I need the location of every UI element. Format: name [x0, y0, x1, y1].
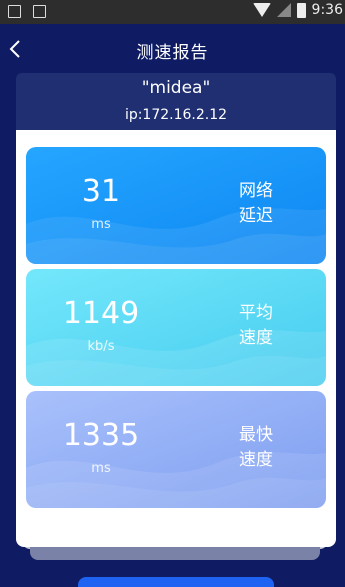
metric-label-line: 速度 — [239, 328, 273, 348]
gallery-notification-icon — [8, 5, 21, 18]
metric-unit: ms — [91, 217, 111, 232]
metric-label: 平均 速度 — [226, 301, 286, 351]
metric-label: 网络 延迟 — [226, 179, 286, 229]
no-signal-icon — [276, 3, 291, 17]
top-bar: 测速报告 — [0, 24, 345, 74]
battery-icon — [296, 2, 306, 18]
speed-report-card: 31 ms 网络 延迟 1149 kb/s 平均 速度 1335 ms 最快 速… — [16, 130, 336, 547]
page-title: 测速报告 — [136, 43, 209, 63]
metric-label-line: 最快 — [239, 425, 273, 445]
latency-metric-card: 31 ms 网络 延迟 — [26, 147, 326, 264]
device-header-card: "midea" ip:172.16.2.12 — [16, 73, 336, 131]
fastest-speed-metric-card: 1335 ms 最快 速度 — [26, 391, 326, 508]
device-ip: ip:172.16.2.12 — [124, 107, 228, 123]
status-bar: 9:36 — [0, 0, 345, 24]
average-speed-metric-card: 1149 kb/s 平均 速度 — [26, 269, 326, 386]
metric-label-line: 速度 — [239, 450, 273, 470]
metric-unit: kb/s — [87, 339, 115, 354]
metric-unit: ms — [91, 461, 111, 476]
device-name: "midea" — [141, 78, 211, 98]
metric-value: 1335 — [62, 418, 140, 453]
metric-value: 31 — [81, 174, 121, 209]
status-time: 9:36 — [311, 2, 343, 18]
metric-value: 1149 — [62, 296, 140, 331]
close-notification-icon — [33, 5, 46, 18]
wifi-icon — [252, 3, 271, 17]
metric-label-line: 网络 — [239, 181, 273, 201]
metric-label-line: 平均 — [239, 303, 273, 323]
bottom-action-button[interactable] — [78, 577, 274, 587]
metric-label: 最快 速度 — [226, 423, 286, 473]
metric-label-line: 延迟 — [239, 206, 273, 226]
